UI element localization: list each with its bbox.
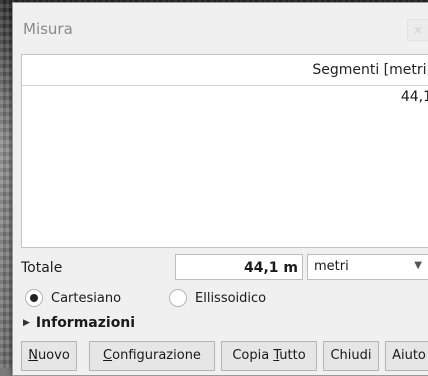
unit-dropdown[interactable]: metri ▼ [307, 254, 428, 280]
button-bar: Nuovo Configurazione Copia Tutto Chiudi … [21, 341, 428, 371]
copy-button-label-post: utto [279, 348, 306, 363]
help-button[interactable]: Aiuto [385, 341, 428, 371]
radio-button-checked[interactable] [25, 289, 43, 307]
close-icon[interactable]: × [407, 19, 428, 41]
mode-radio-group: Cartesiano Ellissoidico [21, 289, 428, 311]
copy-button-label-pre: Copia [232, 348, 274, 363]
info-expander[interactable]: ▶ Informazioni [23, 315, 135, 331]
table-header-segments[interactable]: Segmenti [metri] [22, 55, 428, 86]
new-button-mnemonic: N [28, 348, 38, 363]
total-value-field[interactable]: 44,1 m [175, 254, 303, 280]
radio-label-ellissoidico: Ellissoidico [195, 290, 267, 306]
close-button[interactable]: Chiudi [323, 341, 379, 371]
config-button-label-post: onfigurazione [112, 348, 201, 363]
radio-dot [30, 294, 38, 302]
segments-table[interactable]: Segmenti [metri] 44,1 [21, 54, 428, 248]
configuration-button[interactable]: Configurazione [89, 341, 215, 371]
radio-ellissoidico[interactable]: Ellissoidico [169, 289, 266, 307]
dialog-title: Misura [23, 20, 73, 38]
measure-dialog: Misura × Segmenti [metri] 44,1 Totale 44… [12, 2, 428, 376]
new-button-label-post: uovo [37, 348, 70, 363]
chevron-down-icon: ▼ [414, 260, 422, 271]
radio-cartesiano[interactable]: Cartesiano [25, 289, 121, 307]
config-button-mnemonic: C [103, 348, 113, 363]
total-row: Totale 44,1 m metri ▼ [21, 254, 428, 282]
total-label: Totale [21, 260, 63, 276]
unit-selected-value: metri [314, 259, 349, 274]
new-button[interactable]: Nuovo [21, 341, 77, 371]
radio-label-cartesiano: Cartesiano [51, 290, 122, 306]
radio-button-unchecked[interactable] [169, 289, 187, 307]
title-bar: Misura × [13, 3, 428, 53]
info-label: Informazioni [35, 315, 136, 331]
chevron-right-icon: ▶ [23, 318, 30, 328]
table-row[interactable]: 44,1 [22, 86, 428, 108]
copy-all-button[interactable]: Copia Tutto [221, 341, 317, 371]
